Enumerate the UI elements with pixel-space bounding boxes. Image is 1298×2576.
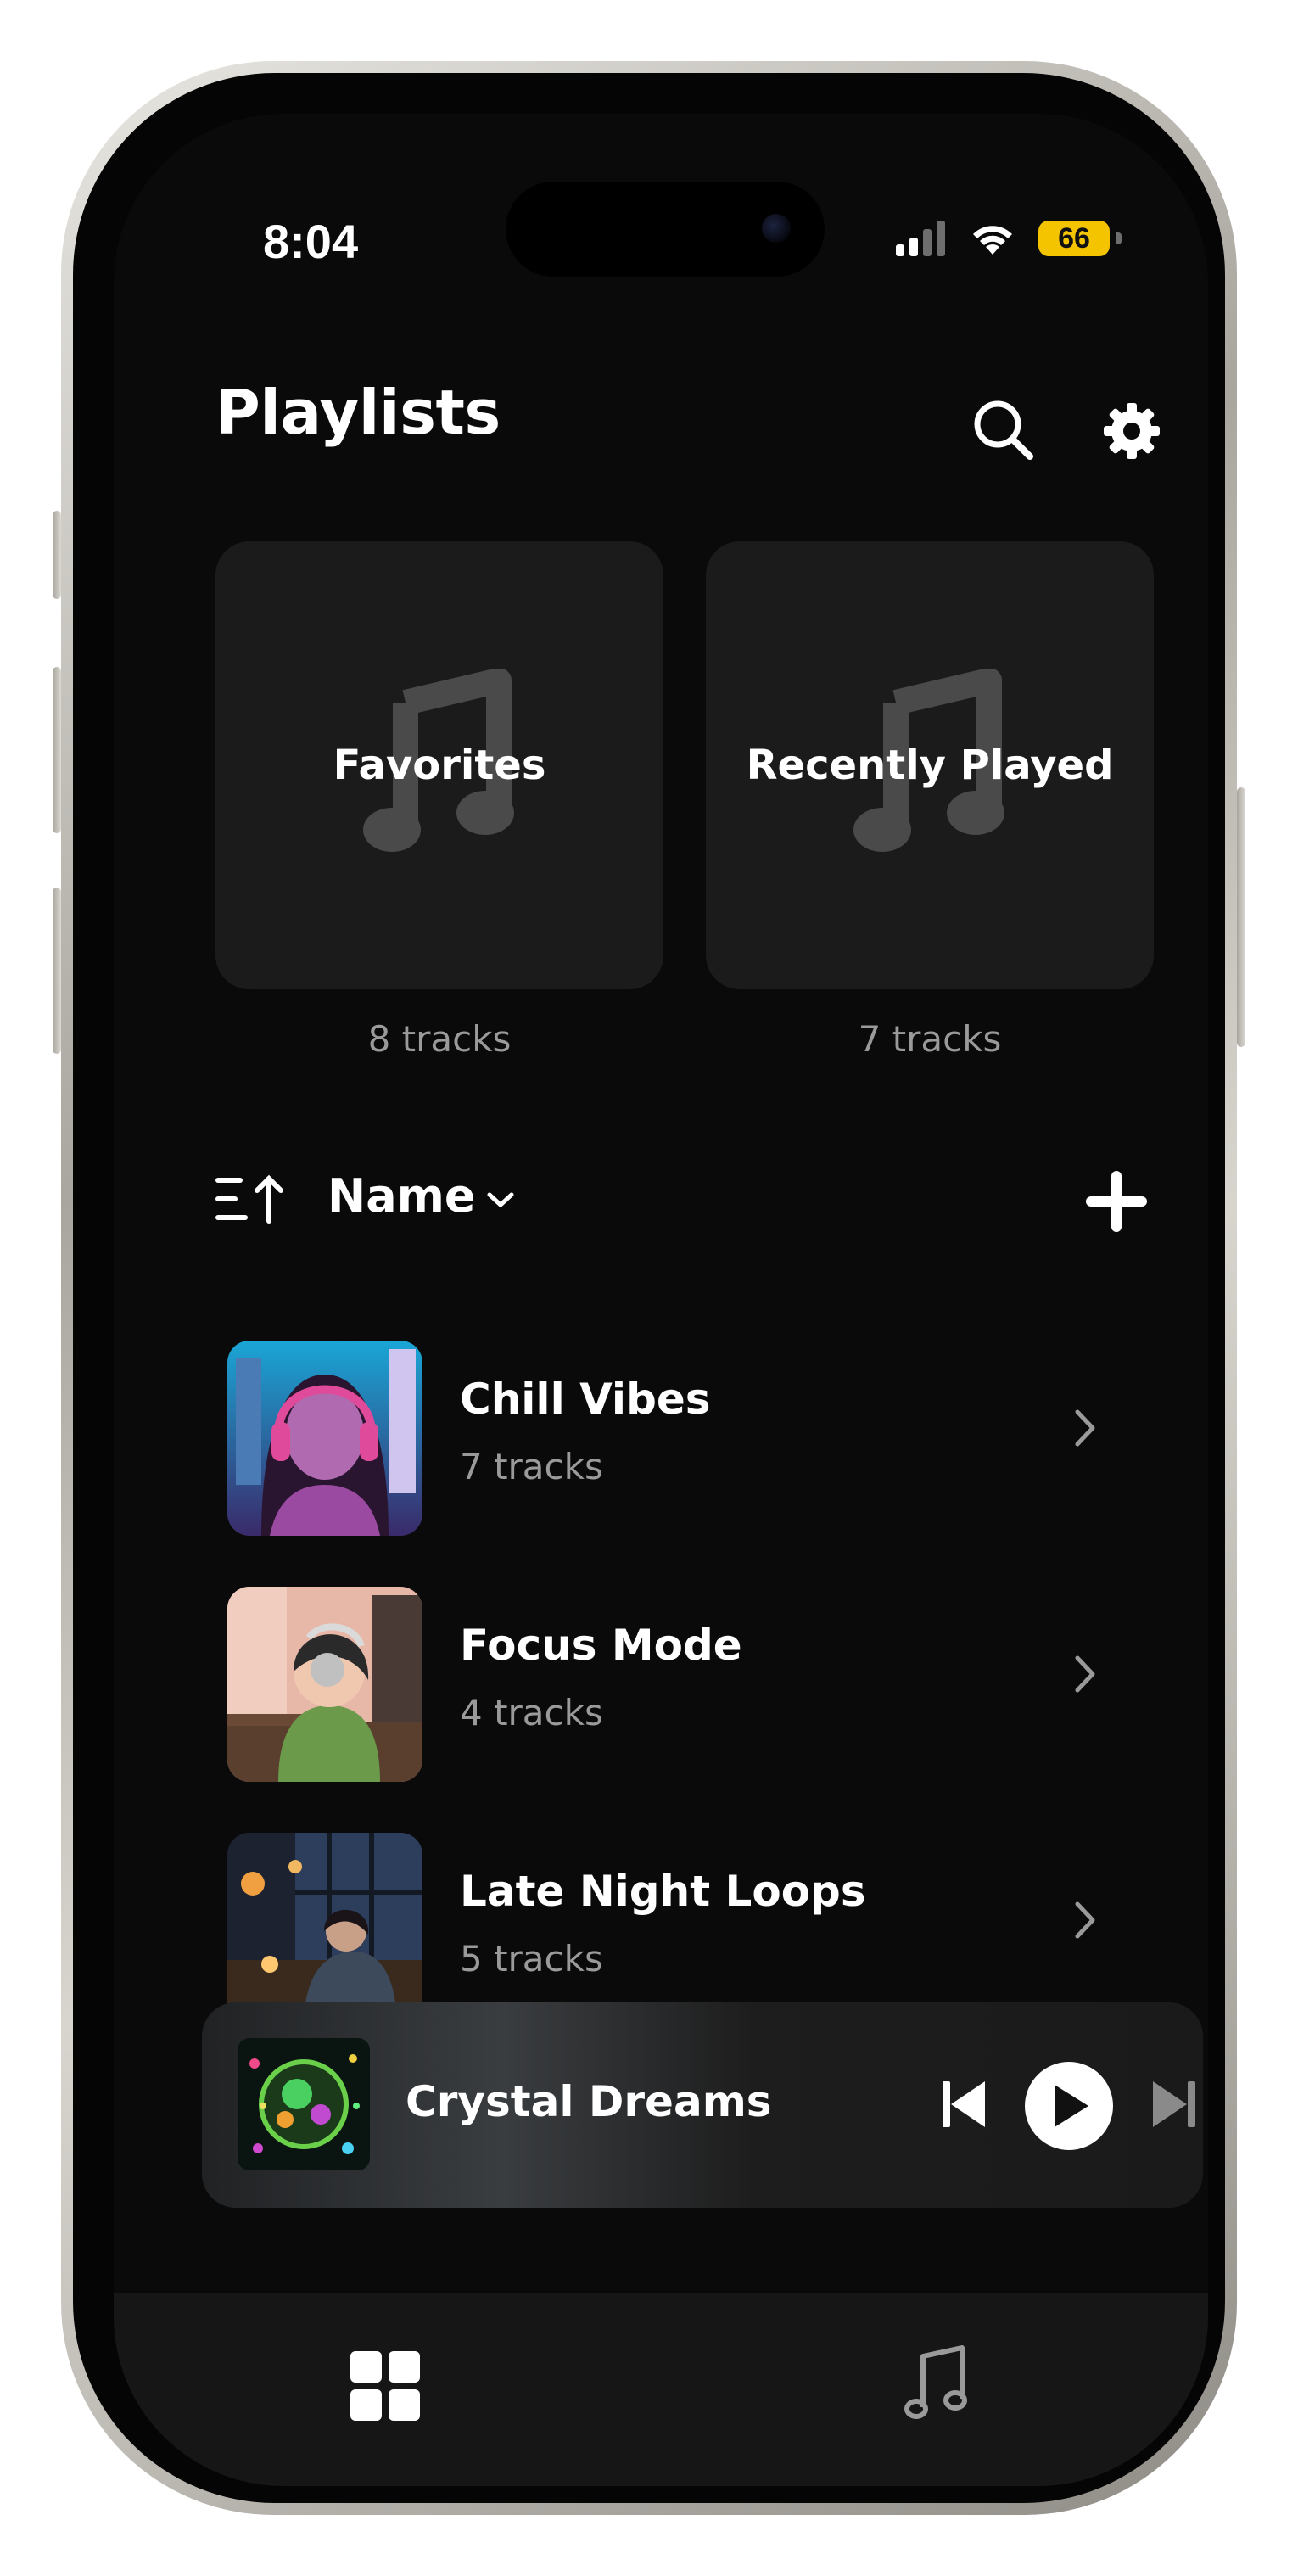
power-button [1237,787,1245,1047]
favorites-card[interactable]: Favorites [215,541,663,989]
volume-down-button [53,888,61,1054]
screen: 8:04 66 Playlists Favorites 8 tracks Rec… [114,114,1208,2486]
playlist-row[interactable]: Focus Mode 4 tracks [215,1575,1132,1782]
chevron-right-icon [1075,1655,1095,1693]
next-button[interactable] [1142,2070,1206,2138]
playlist-row[interactable]: Late Night Loops 5 tracks [215,1821,1132,2028]
page-title: Playlists [215,377,501,448]
chevron-down-icon [487,1192,514,1207]
card-title: Recently Played [746,742,1114,789]
camera-icon [762,214,791,243]
sort-label[interactable]: Name [327,1169,476,1223]
chevron-right-icon [1075,1901,1095,1939]
now-playing-artwork [238,2038,370,2170]
playlist-artwork [227,1833,422,2028]
signal-icon [896,221,945,256]
recently-played-card[interactable]: Recently Played [706,541,1154,989]
tab-now-playing[interactable] [894,2340,979,2425]
status-indicators: 66 [896,221,1122,256]
status-time: 8:04 [263,215,359,268]
gear-icon [1104,403,1160,459]
dynamic-island [506,182,825,277]
playlist-track-count: 7 tracks [460,1446,603,1487]
play-button[interactable] [1025,2062,1113,2150]
search-button[interactable] [965,392,1040,467]
action-button [53,511,61,599]
playlist-row[interactable]: Chill Vibes 7 tracks [215,1329,1132,1536]
plus-icon [1086,1171,1147,1232]
bezel: 8:04 66 Playlists Favorites 8 tracks Rec… [73,73,1225,2503]
volume-up-button [53,667,61,833]
tab-bar [114,2293,1208,2486]
music-note-icon [904,2345,967,2419]
add-playlist-button[interactable] [1081,1166,1152,1237]
now-playing-bar[interactable]: Crystal Dreams [202,2002,1203,2208]
now-playing-title: Crystal Dreams [406,2077,772,2126]
playlist-title: Late Night Loops [460,1867,866,1916]
battery-level: 66 [1058,221,1090,255]
tab-playlists[interactable] [343,2344,428,2428]
playlist-track-count: 4 tracks [460,1692,603,1733]
phone-frame: 8:04 66 Playlists Favorites 8 tracks Rec… [53,61,1245,2515]
sort-ascending-icon [215,1174,283,1224]
card-track-count: 8 tracks [367,1018,512,1060]
playlist-title: Chill Vibes [460,1375,711,1424]
playlist-title: Focus Mode [460,1621,742,1670]
play-icon [1055,2085,1088,2127]
skip-back-icon [943,2081,985,2127]
wifi-icon [973,226,1012,255]
grid-icon [350,2351,420,2421]
skip-forward-icon [1153,2081,1195,2127]
sort-dropdown[interactable] [482,1181,519,1218]
battery-icon: 66 [1038,221,1122,256]
search-icon [974,400,1033,460]
card-track-count: 7 tracks [858,1018,1002,1060]
previous-button[interactable] [932,2070,996,2138]
playlist-track-count: 5 tracks [460,1938,603,1980]
settings-button[interactable] [1098,397,1166,465]
sort-order-button[interactable] [212,1169,288,1229]
chevron-right-icon [1075,1409,1095,1447]
playlist-artwork [227,1587,422,1782]
card-title: Favorites [333,742,546,789]
playlist-artwork [227,1341,422,1536]
